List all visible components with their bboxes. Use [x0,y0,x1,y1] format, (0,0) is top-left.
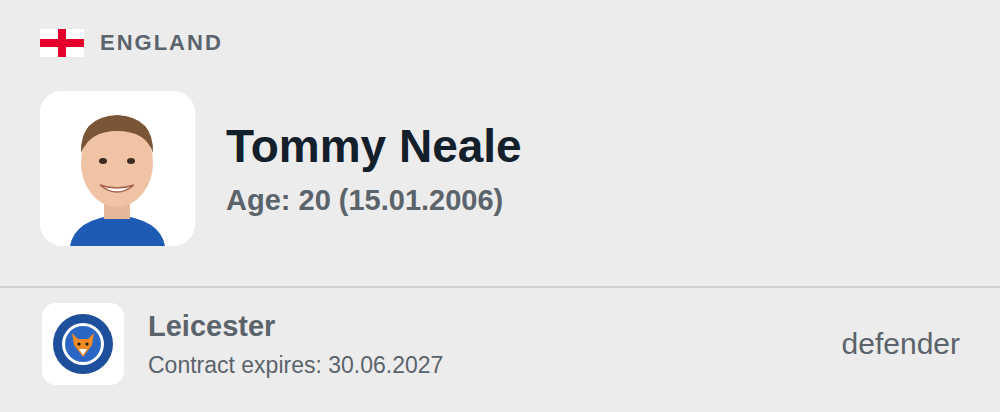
country-name: ENGLAND [100,30,223,56]
country-row: ENGLAND [40,28,960,58]
contract-expiry: Contract expires: 30.06.2027 [148,352,818,380]
club-details: Leicester Contract expires: 30.06.2027 [148,309,818,379]
club-name: Leicester [148,309,818,344]
england-flag-icon [40,29,84,57]
player-position: defender [842,326,960,362]
divider [0,286,1000,288]
player-details: Tommy Neale Age: 20 (15.01.2006) [226,120,522,218]
player-photo [40,91,195,246]
player-info: Tommy Neale Age: 20 (15.01.2006) [40,91,960,246]
player-age: Age: 20 (15.01.2006) [226,183,522,218]
club-row[interactable]: Leicester Contract expires: 30.06.2027 def… [0,288,1000,385]
player-header: ENGLAND Tommy Neale Age: 20 (15.01.2006) [0,0,1000,246]
player-name: Tommy Neale [226,120,522,173]
club-crest-icon [42,303,124,385]
